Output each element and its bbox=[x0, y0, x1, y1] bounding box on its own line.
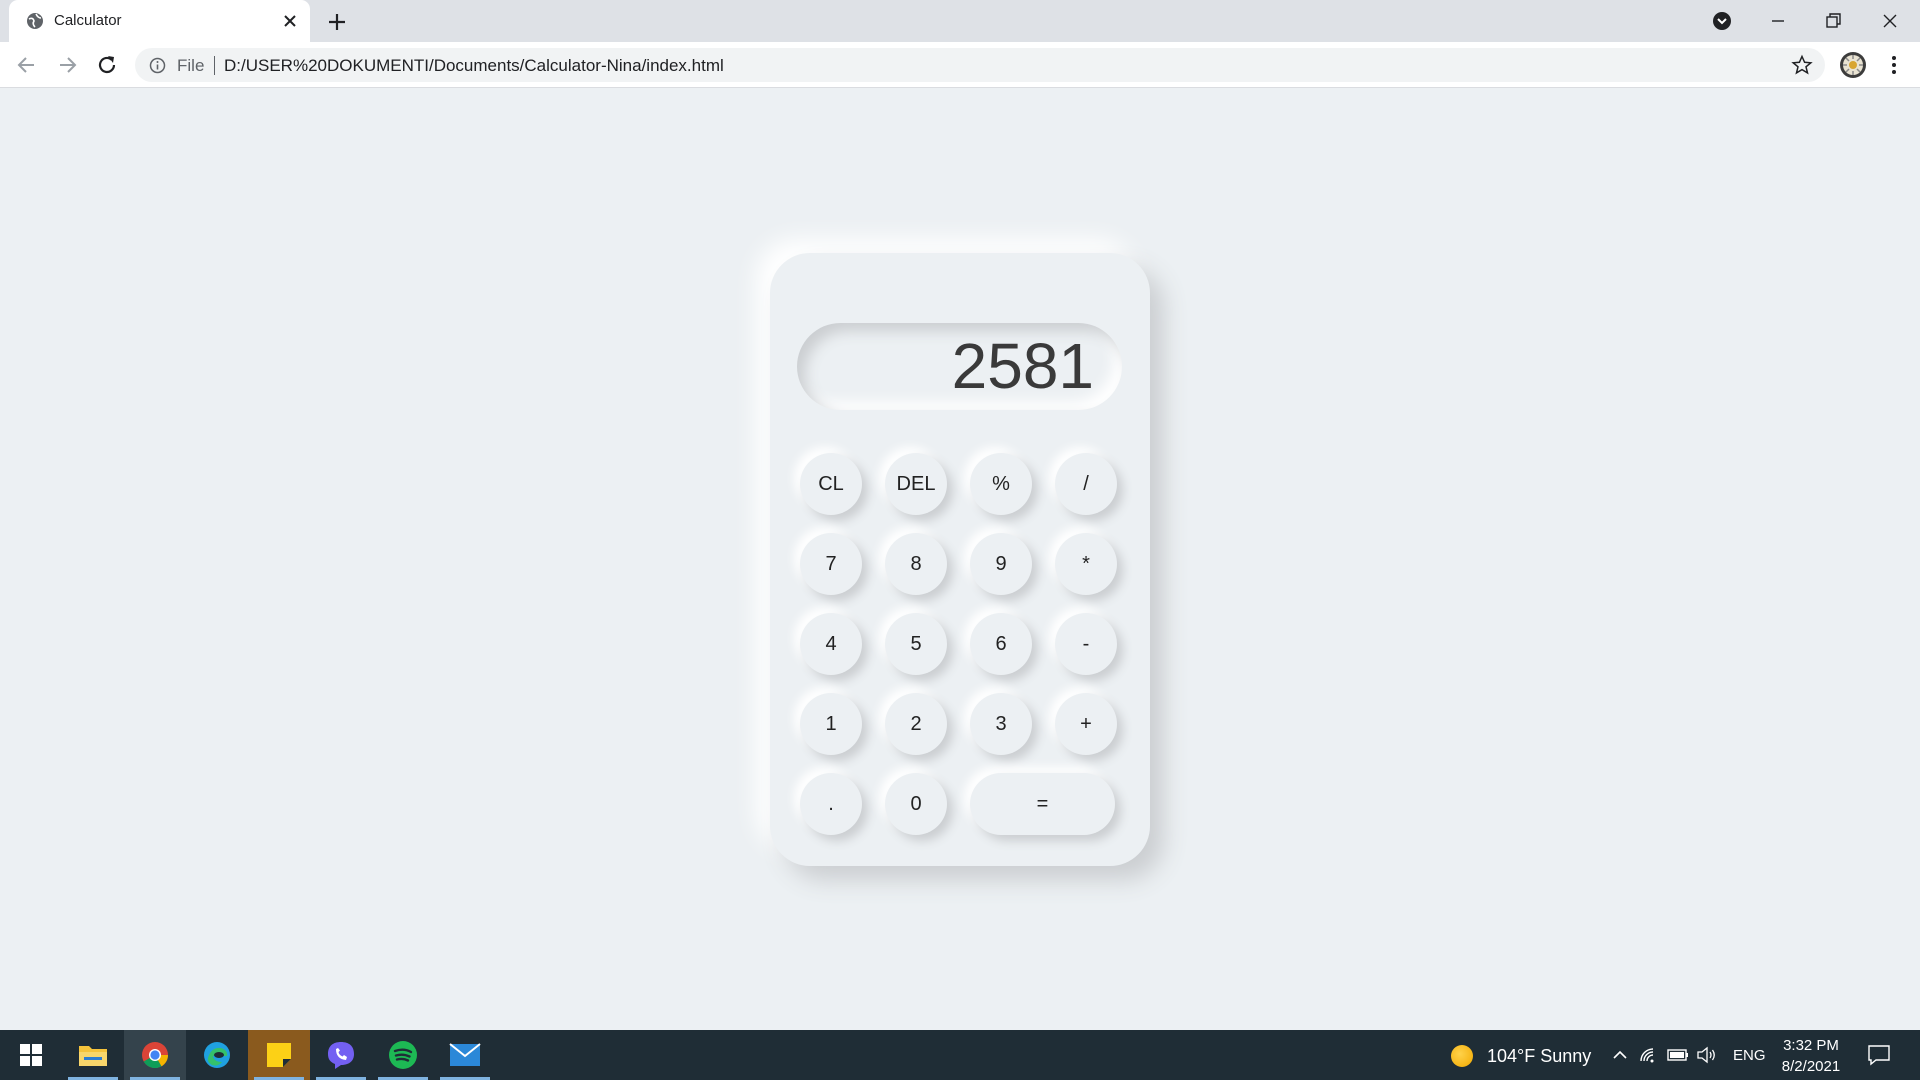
bookmark-star-icon[interactable] bbox=[1791, 54, 1813, 76]
zero-button[interactable]: 0 bbox=[885, 773, 947, 835]
taskbar-file-explorer[interactable] bbox=[62, 1030, 124, 1080]
close-window-icon[interactable] bbox=[1877, 8, 1903, 34]
reload-icon[interactable] bbox=[94, 52, 120, 78]
taskbar-spotify[interactable] bbox=[372, 1030, 434, 1080]
plus-button[interactable]: + bbox=[1055, 693, 1117, 755]
back-arrow-icon[interactable] bbox=[14, 52, 40, 78]
new-tab-icon[interactable] bbox=[324, 9, 350, 35]
input-language[interactable]: ENG bbox=[1733, 1047, 1766, 1064]
taskbar-sticky-notes[interactable] bbox=[248, 1030, 310, 1080]
tab-title: Calculator bbox=[54, 12, 122, 29]
equals-button[interactable]: = bbox=[970, 773, 1115, 835]
calculator-panel: 2581 CL DEL % / 7 8 9 * 4 5 6 - 1 2 3 + … bbox=[770, 253, 1150, 866]
scheme-divider bbox=[214, 56, 215, 75]
taskbar-chrome[interactable] bbox=[124, 1030, 186, 1080]
one-button[interactable]: 1 bbox=[800, 693, 862, 755]
taskbar-edge[interactable] bbox=[186, 1030, 248, 1080]
edge-icon bbox=[204, 1042, 230, 1068]
taskbar-mail[interactable] bbox=[434, 1030, 496, 1080]
two-button[interactable]: 2 bbox=[885, 693, 947, 755]
profile-avatar-icon[interactable] bbox=[1839, 51, 1867, 79]
notification-center-icon[interactable] bbox=[1866, 1042, 1892, 1068]
battery-icon[interactable] bbox=[1666, 1043, 1690, 1067]
percent-button[interactable]: % bbox=[970, 453, 1032, 515]
five-button[interactable]: 5 bbox=[885, 613, 947, 675]
clock-date: 8/2/2021 bbox=[1781, 1058, 1841, 1075]
info-icon[interactable] bbox=[149, 57, 166, 74]
chevron-up-icon[interactable] bbox=[1608, 1043, 1632, 1067]
four-button[interactable]: 4 bbox=[800, 613, 862, 675]
weather-text[interactable]: 104°F Sunny bbox=[1487, 1046, 1591, 1067]
kebab-menu-icon[interactable] bbox=[1881, 52, 1907, 78]
eight-button[interactable]: 8 bbox=[885, 533, 947, 595]
wifi-icon[interactable] bbox=[1637, 1043, 1661, 1067]
globe-icon bbox=[27, 13, 43, 29]
clock-time: 3:32 PM bbox=[1783, 1037, 1839, 1054]
spotify-icon bbox=[389, 1041, 417, 1069]
three-button[interactable]: 3 bbox=[970, 693, 1032, 755]
address-bar[interactable]: File D:/USER%20DOKUMENTI/Documents/Calcu… bbox=[135, 48, 1825, 82]
browser-toolbar: File D:/USER%20DOKUMENTI/Documents/Calcu… bbox=[0, 42, 1920, 88]
delete-button[interactable]: DEL bbox=[885, 453, 947, 515]
sticky-notes-icon bbox=[267, 1043, 291, 1067]
speaker-icon[interactable] bbox=[1695, 1043, 1719, 1067]
nine-button[interactable]: 9 bbox=[970, 533, 1032, 595]
viber-icon bbox=[328, 1042, 354, 1069]
browser-tab-bar: Calculator bbox=[0, 0, 1920, 42]
clear-button[interactable]: CL bbox=[800, 453, 862, 515]
windows-logo-icon bbox=[20, 1044, 42, 1066]
forward-arrow-icon[interactable] bbox=[54, 52, 80, 78]
divide-button[interactable]: / bbox=[1055, 453, 1117, 515]
folder-icon bbox=[79, 1046, 107, 1066]
sun-icon[interactable] bbox=[1451, 1045, 1473, 1067]
scheme-label: File bbox=[177, 56, 205, 75]
mail-icon bbox=[449, 1043, 481, 1066]
close-tab-icon[interactable] bbox=[280, 11, 300, 31]
system-clock[interactable]: 3:32 PM 8/2/2021 bbox=[1776, 1035, 1846, 1077]
taskbar-viber[interactable] bbox=[310, 1030, 372, 1080]
minimize-icon[interactable] bbox=[1765, 8, 1791, 34]
url-text[interactable]: D:/USER%20DOKUMENTI/Documents/Calculator… bbox=[224, 56, 724, 76]
six-button[interactable]: 6 bbox=[970, 613, 1032, 675]
start-button[interactable] bbox=[0, 1030, 62, 1080]
windows-taskbar: 104°F Sunny ENG 3:32 PM 8/2/2021 bbox=[0, 1030, 1920, 1080]
restore-icon[interactable] bbox=[1820, 8, 1846, 34]
tab-search-icon[interactable] bbox=[1709, 8, 1735, 34]
chrome-icon bbox=[142, 1042, 169, 1069]
seven-button[interactable]: 7 bbox=[800, 533, 862, 595]
minus-button[interactable]: - bbox=[1055, 613, 1117, 675]
tab-calculator[interactable]: Calculator bbox=[9, 0, 310, 42]
decimal-button[interactable]: . bbox=[800, 773, 862, 835]
calculator-display: 2581 bbox=[797, 323, 1122, 410]
multiply-button[interactable]: * bbox=[1055, 533, 1117, 595]
